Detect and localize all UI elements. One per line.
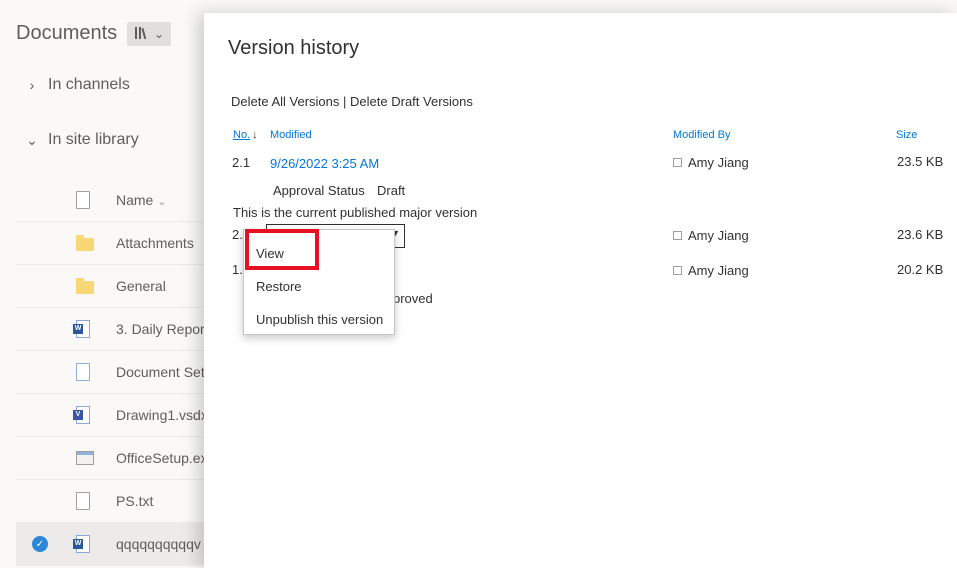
exe-file-icon xyxy=(76,451,94,465)
column-header-no[interactable]: No. ↓ xyxy=(233,129,258,141)
delete-all-versions-link[interactable]: Delete All Versions xyxy=(231,94,339,109)
user-presence-icon xyxy=(673,158,682,167)
version-size: 20.2 KB xyxy=(897,262,944,277)
version-history-panel: Version history Delete All Versions | De… xyxy=(204,13,957,568)
word-doc-icon xyxy=(73,535,90,553)
library-title: Documents xyxy=(16,22,118,44)
text-file-icon xyxy=(76,492,90,510)
user-presence-icon xyxy=(673,266,682,275)
file-row-qqq[interactable]: ✓ qqqqqqqqqqv xyxy=(16,523,216,566)
file-type-header-icon xyxy=(76,190,90,209)
file-name[interactable]: qqqqqqqqqqv xyxy=(116,536,201,552)
file-name[interactable]: PS.txt xyxy=(116,493,153,509)
file-name[interactable]: General xyxy=(116,278,166,294)
version-context-menu: View Restore Unpublish this version xyxy=(243,229,395,335)
modified-by: Amy Jiang xyxy=(673,155,749,170)
file-row-ps-txt[interactable]: PS.txt xyxy=(16,480,216,523)
version-actions: Delete All Versions | Delete Draft Versi… xyxy=(231,94,473,109)
nav-in-site-library[interactable]: ⌄ In site library xyxy=(26,131,139,149)
user-presence-icon xyxy=(673,231,682,240)
library-view-icon xyxy=(134,26,150,43)
approval-status-value: Draft xyxy=(377,183,406,198)
modified-by: Amy Jiang xyxy=(673,228,749,243)
file-name[interactable]: OfficeSetup.ex xyxy=(116,450,208,466)
file-row-drawing[interactable]: Drawing1.vsdx xyxy=(16,394,216,437)
menu-item-restore[interactable]: Restore xyxy=(256,279,302,294)
current-version-note: This is the current published major vers… xyxy=(233,205,478,220)
modified-by: Amy Jiang xyxy=(673,263,749,278)
chevron-down-icon: ⌄ xyxy=(26,131,38,148)
column-header-name[interactable]: Name ⌄ xyxy=(116,192,166,208)
column-header-size[interactable]: Size xyxy=(896,129,917,141)
menu-item-view[interactable]: View xyxy=(256,246,284,261)
view-switcher-button[interactable]: ⌄ xyxy=(127,22,171,46)
file-list-header: Name ⌄ xyxy=(16,178,216,222)
menu-item-unpublish[interactable]: Unpublish this version xyxy=(256,312,383,327)
file-row-general[interactable]: General xyxy=(16,265,216,308)
column-header-modified-by[interactable]: Modified By xyxy=(673,129,730,141)
file-name[interactable]: 3. Daily Report xyxy=(116,321,209,337)
version-size: 23.6 KB xyxy=(897,227,944,242)
word-doc-icon xyxy=(73,320,90,338)
file-row-document-set[interactable]: Document Set xyxy=(16,351,216,394)
approval-status-label: Approval Status xyxy=(273,183,365,198)
sort-arrow-icon: ↓ xyxy=(252,129,258,141)
folder-icon xyxy=(76,278,94,294)
file-row-attachments[interactable]: Attachments xyxy=(16,222,216,265)
panel-title: Version history xyxy=(228,37,360,59)
delete-draft-versions-link[interactable]: Delete Draft Versions xyxy=(350,94,473,109)
document-set-icon xyxy=(76,363,90,381)
chevron-right-icon: › xyxy=(29,77,35,93)
file-name[interactable]: Document Set xyxy=(116,364,205,380)
approved-status-fragment: proved xyxy=(393,291,433,306)
nav-label: In site library xyxy=(48,131,139,148)
file-name[interactable]: Drawing1.vsdx xyxy=(116,407,208,423)
version-modified-link[interactable]: 9/26/2022 3:25 AM xyxy=(270,156,379,171)
nav-label: In channels xyxy=(48,76,130,93)
chevron-down-icon: ⌄ xyxy=(157,195,167,208)
version-number: 2.1 xyxy=(232,155,251,170)
file-name[interactable]: Attachments xyxy=(116,235,194,251)
file-row-daily-report[interactable]: 3. Daily Report xyxy=(16,308,216,351)
version-number: 2. xyxy=(232,227,243,242)
file-list: Name ⌄ Attachments General 3. Daily Repo… xyxy=(16,178,216,566)
version-number: 1. xyxy=(232,262,243,277)
visio-doc-icon xyxy=(73,406,90,424)
action-separator: | xyxy=(343,94,347,109)
folder-icon xyxy=(76,235,94,251)
selected-check-icon[interactable]: ✓ xyxy=(32,536,48,552)
chevron-down-icon: ⌄ xyxy=(153,27,165,41)
file-row-officesetup[interactable]: OfficeSetup.ex xyxy=(16,437,216,480)
version-size: 23.5 KB xyxy=(897,154,944,169)
nav-in-channels[interactable]: › In channels xyxy=(26,76,130,94)
column-header-modified[interactable]: Modified xyxy=(270,129,312,141)
